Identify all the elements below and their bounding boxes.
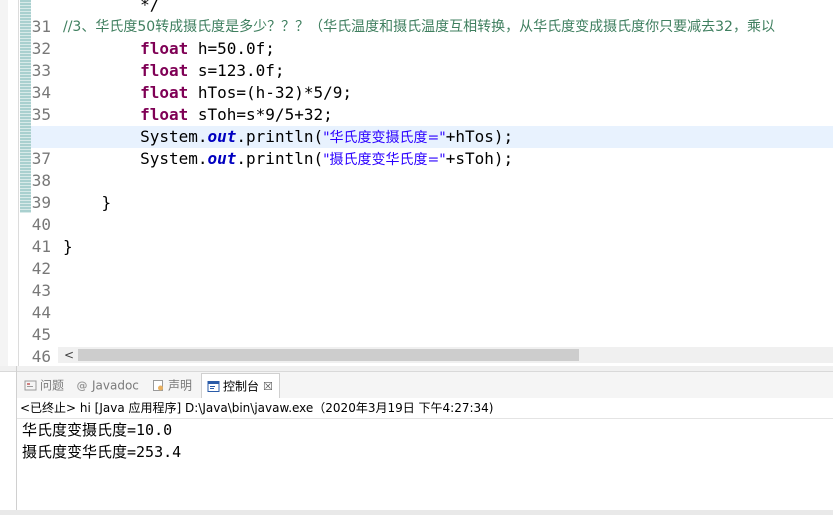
console-output-line: 华氏度变摄氏度=10.0	[22, 421, 173, 439]
problems-icon	[23, 379, 37, 393]
comment-text: //3、华氏度50转成摄氏度是多少？？？（华氏温度和摄氏温度互相转换，从华氏度变…	[63, 19, 775, 35]
tab-console[interactable]: 控制台 ☒	[201, 373, 280, 399]
code-line[interactable]: 39	[31, 170, 833, 212]
horizontal-scrollbar[interactable]: <	[58, 347, 833, 363]
code-text: System.	[140, 127, 208, 146]
static-field: out	[207, 149, 237, 168]
keyword: float	[140, 105, 189, 124]
code-line[interactable]: 44	[31, 280, 833, 322]
code-text: h=50.0f;	[188, 39, 275, 58]
code-text: .println(	[236, 127, 324, 146]
code-text-wrapper: float sToh=s*9/5+32;	[63, 104, 333, 126]
code-text: s=123.0f;	[188, 61, 285, 80]
tab-declaration[interactable]: 声明	[151, 372, 192, 398]
keyword: float	[140, 83, 189, 102]
view-tab-bar: 问题 @ Javadoc 声明 控制台 ☒	[17, 372, 833, 399]
code-text: }	[63, 193, 112, 212]
string-literal: "华氏度变摄氏度="	[323, 130, 446, 146]
overview-ruler	[0, 0, 8, 366]
code-line[interactable]: 35 float hTos=(h-32)*5/9;	[31, 82, 833, 124]
console-output[interactable]: 华氏度变摄氏度=10.0 摄氏度变华氏度=253.4	[17, 418, 833, 511]
tab-javadoc[interactable]: @ Javadoc	[75, 372, 139, 398]
console-status-line: <已终止> hi [Java 应用程序] D:\Java\bin\javaw.e…	[17, 398, 833, 418]
window-bottom-edge	[0, 510, 833, 515]
tab-label: 控制台	[223, 379, 260, 394]
code-text-wrapper: System.out.println("摄氏度变华氏度="+sToh);	[63, 148, 513, 171]
code-line[interactable]: 43	[31, 258, 833, 300]
code-line[interactable]: 38 System.out.println("摄氏度变华氏度="+sToh);	[31, 148, 833, 190]
code-text: sToh=s*9/5+32;	[188, 105, 333, 124]
console-output-line: 摄氏度变华氏度=253.4	[22, 443, 182, 461]
code-editor[interactable]: 31 */ 32 //3、华氏度50转成摄氏度是多少？？？（华氏温度和摄氏温度互…	[0, 0, 833, 366]
scroll-thumb[interactable]	[78, 349, 579, 361]
keyword: float	[140, 39, 189, 58]
javadoc-icon: @	[76, 378, 88, 392]
console-icon	[206, 380, 220, 394]
static-field: out	[207, 127, 237, 146]
code-text: .println(	[236, 149, 324, 168]
scroll-left-arrow[interactable]: <	[63, 347, 75, 363]
code-text: hTos=(h-32)*5/9;	[188, 83, 352, 102]
code-text: +hTos);	[445, 127, 514, 146]
keyword: float	[140, 61, 189, 80]
tab-label: 声明	[168, 378, 193, 393]
string-literal: "摄氏度变华氏度="	[323, 152, 446, 168]
line-number: 46	[31, 347, 51, 366]
code-text-wrapper: float s=123.0f;	[63, 60, 285, 82]
code-line[interactable]: 33 float h=50.0f;	[31, 38, 833, 80]
code-text: */	[63, 0, 160, 14]
code-line[interactable]: 34 float s=123.0f;	[31, 60, 833, 102]
code-line[interactable]: 31 */	[31, 0, 833, 36]
tab-label: 问题	[40, 378, 65, 393]
tab-label: Javadoc	[92, 378, 139, 393]
code-line[interactable]: 46	[31, 324, 833, 366]
code-line[interactable]: 42 }	[31, 236, 833, 278]
tab-problems[interactable]: 问题	[23, 372, 64, 398]
code-line[interactable]: 45	[31, 302, 833, 344]
code-line[interactable]: 32 //3、华氏度50转成摄氏度是多少？？？（华氏温度和摄氏温度互相转换，从华…	[31, 16, 833, 58]
code-text-wrapper: System.out.println("华氏度变摄氏度="+hTos);	[63, 126, 513, 149]
code-text-wrapper: float h=50.0f;	[63, 38, 275, 60]
change-bar	[20, 0, 31, 213]
ruler-divider	[18, 0, 19, 366]
current-code-line[interactable]: 37 System.out.println("华氏度变摄氏度="+hTos);	[31, 126, 833, 168]
code-line[interactable]: 36 float sToh=s*9/5+32;	[31, 104, 833, 146]
code-line[interactable]: 40 }	[31, 192, 833, 234]
code-text-wrapper: float hTos=(h-32)*5/9;	[63, 82, 352, 104]
declaration-icon	[151, 379, 165, 393]
close-icon[interactable]: ☒	[263, 380, 273, 393]
code-line[interactable]: 41	[31, 214, 833, 256]
code-text: +sToh);	[445, 149, 514, 168]
code-text: }	[63, 237, 73, 256]
code-text: System.	[140, 149, 208, 168]
